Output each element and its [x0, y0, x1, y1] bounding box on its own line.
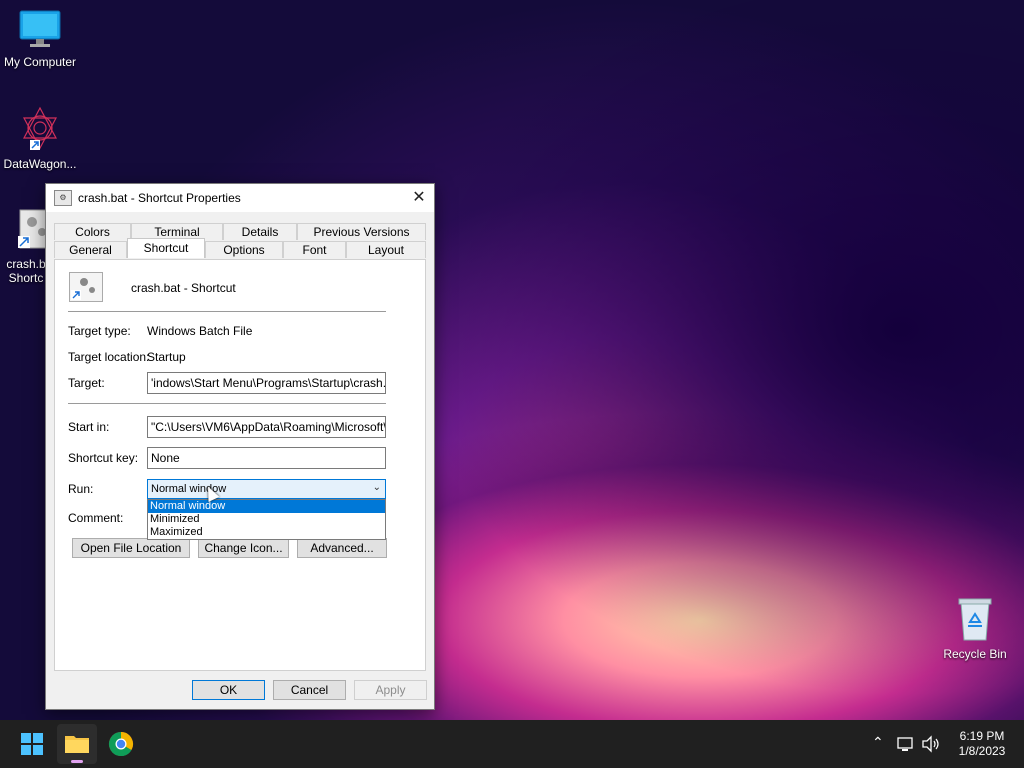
- shortcut-icon: [69, 272, 103, 302]
- run-option-maximized[interactable]: Maximized: [148, 526, 385, 539]
- open-file-location-button[interactable]: Open File Location: [72, 538, 190, 558]
- advanced-button[interactable]: Advanced...: [297, 538, 387, 558]
- shortcut-name: crash.bat - Shortcut: [131, 281, 236, 295]
- clock-time: 6:19 PM: [959, 729, 1005, 743]
- folder-icon: [65, 736, 89, 763]
- desktop-icon-label: Recycle Bin: [943, 647, 1007, 661]
- close-icon: ✕: [412, 189, 426, 206]
- desktop-icon-recycle-bin[interactable]: Recycle Bin: [935, 596, 1015, 661]
- apply-button[interactable]: Apply: [354, 680, 427, 700]
- target-location-label: Target location:: [68, 350, 150, 364]
- chrome-button[interactable]: [101, 724, 141, 764]
- change-icon-button[interactable]: Change Icon...: [198, 538, 289, 558]
- target-type-value: Windows Batch File: [147, 324, 253, 338]
- target-location-value: Startup: [147, 350, 186, 364]
- shortcut-properties-dialog: ⚙ crash.bat - Shortcut Properties ✕ Colo…: [45, 183, 435, 710]
- tab-options[interactable]: Options: [205, 241, 283, 258]
- shortcut-key-field[interactable]: None: [147, 447, 386, 469]
- taskbar: ⌃ 6:19 PM 1/8/2023: [0, 720, 1024, 768]
- run-select[interactable]: Normal window ⌄: [147, 479, 386, 499]
- tab-colors[interactable]: Colors: [54, 223, 131, 240]
- comment-label: Comment:: [68, 511, 124, 525]
- recycle-bin-icon: [958, 598, 992, 641]
- run-option-normal-window[interactable]: Normal window: [148, 500, 385, 513]
- run-dropdown-list: Normal window Minimized Maximized: [147, 499, 386, 540]
- tab-row-lower: General Shortcut Options Font Layout: [54, 238, 426, 258]
- desktop-icon-label: DataWagon...: [3, 157, 77, 171]
- chrome-icon: [108, 732, 134, 757]
- tab-font[interactable]: Font: [283, 241, 346, 258]
- target-field[interactable]: 'indows\Start Menu\Programs\Startup\cras…: [147, 372, 386, 394]
- chevron-down-icon: ⌄: [372, 482, 381, 493]
- tab-previous-versions[interactable]: Previous Versions: [297, 223, 426, 240]
- shortcut-key-label: Shortcut key:: [68, 451, 139, 465]
- tab-details[interactable]: Details: [223, 223, 297, 240]
- gear-icon: [71, 278, 95, 300]
- start-button[interactable]: [12, 724, 52, 764]
- desktop-icon-label: My Computer: [3, 55, 77, 69]
- run-option-minimized[interactable]: Minimized: [148, 513, 385, 526]
- monitor-icon: [19, 10, 61, 47]
- volume-icon[interactable]: [921, 735, 941, 753]
- title-bar[interactable]: ⚙ crash.bat - Shortcut Properties ✕: [46, 184, 434, 212]
- ok-button[interactable]: OK: [192, 680, 265, 700]
- desktop-icon-datawagon[interactable]: DataWagon...: [0, 104, 80, 171]
- dialog-title: crash.bat - Shortcut Properties: [78, 191, 241, 205]
- show-hidden-icons-chevron-icon[interactable]: ⌃: [872, 734, 884, 751]
- start-in-label: Start in:: [68, 420, 110, 434]
- clock-date: 1/8/2023: [958, 744, 1006, 758]
- cancel-button[interactable]: Cancel: [273, 680, 346, 700]
- windows-logo-icon: [21, 733, 43, 755]
- clock[interactable]: 6:19 PM 1/8/2023: [952, 729, 1012, 759]
- desktop-icon-my-computer[interactable]: My Computer: [0, 8, 80, 69]
- run-label: Run:: [68, 482, 94, 496]
- start-in-field[interactable]: "C:\Users\VM6\AppData\Roaming\Microsoft\…: [147, 416, 386, 438]
- target-label: Target:: [68, 376, 105, 390]
- desktop-icon-label: crash.b Shortc: [6, 257, 46, 285]
- tab-layout[interactable]: Layout: [346, 241, 426, 258]
- tab-row-upper: Colors Terminal Details Previous Version…: [54, 223, 426, 240]
- shortcut-file-icon: ⚙: [54, 190, 72, 206]
- shortcut-tab-panel: crash.bat - Shortcut Target type: Window…: [54, 259, 426, 671]
- divider: [68, 403, 386, 404]
- tab-general[interactable]: General: [54, 241, 127, 258]
- tab-shortcut[interactable]: Shortcut: [127, 238, 205, 258]
- file-explorer-button[interactable]: [57, 724, 97, 764]
- target-type-label: Target type:: [68, 324, 131, 338]
- divider: [68, 311, 386, 312]
- datawagon-icon: [23, 106, 57, 150]
- close-button[interactable]: ✕: [404, 184, 434, 212]
- network-icon[interactable]: [897, 735, 915, 753]
